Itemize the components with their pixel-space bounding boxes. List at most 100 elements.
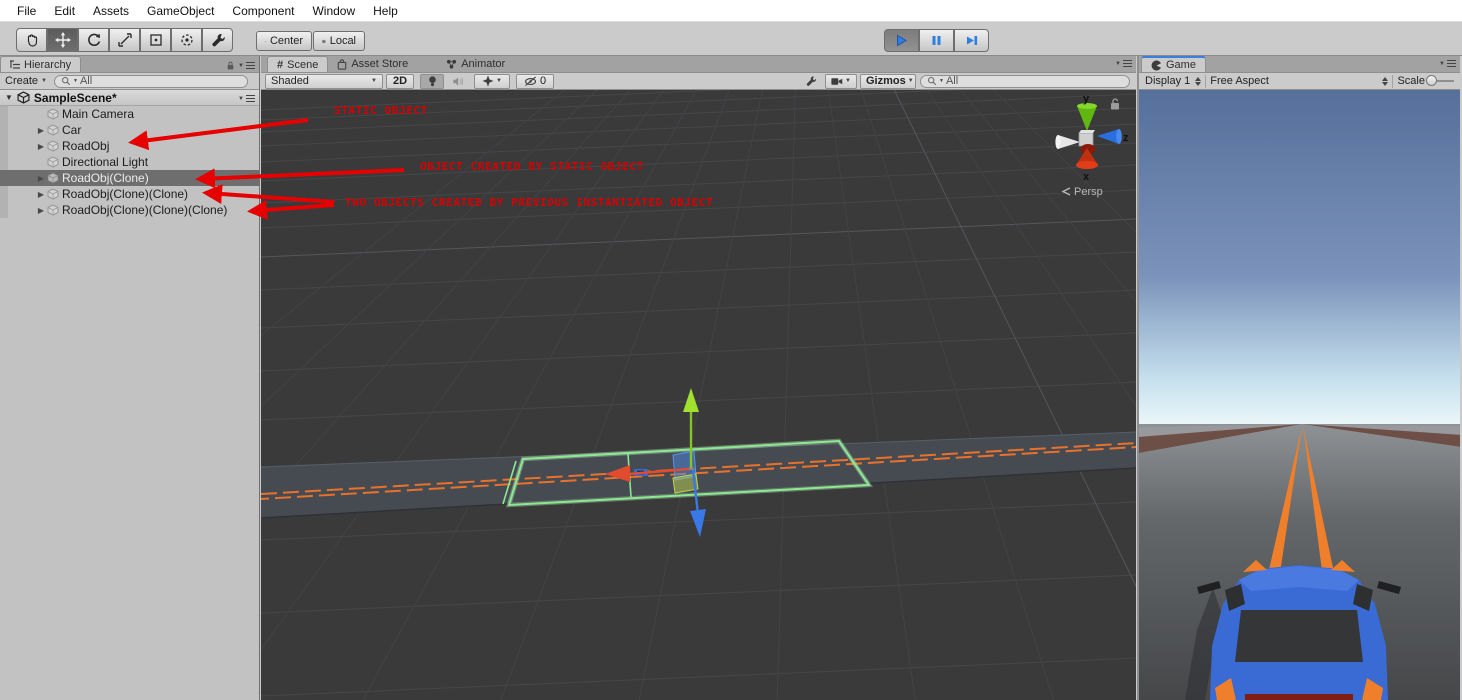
hierarchy-item-roadobj[interactable]: ▶ RoadObj — [0, 138, 259, 154]
scene-search-input[interactable]: ▼ All — [920, 74, 1130, 88]
hierarchy-item-label: RoadObj — [62, 139, 110, 153]
wrench-icon — [211, 34, 225, 47]
display-dropdown[interactable]: Display 1 — [1139, 75, 1202, 87]
hierarchy-item-label: Car — [62, 123, 82, 137]
create-dropdown-arrow[interactable]: ▼ — [41, 78, 47, 84]
main-toolbar: Center Local — [0, 22, 1462, 56]
tab-hierarchy[interactable]: Hierarchy — [0, 56, 82, 72]
pivot-center-icon — [265, 40, 266, 42]
space-mode-button[interactable]: Local — [313, 31, 365, 51]
scene-asset-row[interactable]: ▼ SampleScene* ▼ — [0, 90, 259, 106]
menu-file[interactable]: File — [8, 1, 45, 21]
aspect-dropdown[interactable]: Free Aspect — [1210, 75, 1389, 87]
step-button[interactable] — [954, 29, 989, 52]
scene-name-label: SampleScene* — [33, 90, 117, 105]
transform-tool-button[interactable] — [171, 28, 202, 52]
hierarchy-item-label: Main Camera — [62, 107, 135, 121]
menu-help[interactable]: Help — [364, 1, 407, 21]
tab-game[interactable]: Game — [1141, 56, 1206, 72]
tab-animator[interactable]: Animator — [437, 56, 514, 72]
hierarchy-item-label: RoadObj(Clone)(Clone) — [62, 187, 189, 201]
scene-viewport[interactable]: y z x Persp — [261, 90, 1136, 700]
scale-slider-knob[interactable] — [1426, 75, 1437, 86]
gizmo-lock-icon[interactable] — [1111, 98, 1119, 110]
projection-label[interactable]: Persp — [1074, 186, 1103, 198]
menu-assets[interactable]: Assets — [84, 1, 138, 21]
expand-arrow[interactable]: ▶ — [36, 174, 46, 183]
gizmo-center-cube[interactable] — [1078, 132, 1094, 147]
menu-window[interactable]: Window — [303, 1, 364, 21]
hierarchy-menu-arrow[interactable]: ▼ — [238, 63, 244, 69]
scene-panel-menu-arrow[interactable]: ▼ — [1115, 61, 1121, 67]
tab-asset-store[interactable]: Asset Store — [328, 56, 417, 72]
scene-panel-menu-icon[interactable] — [1123, 60, 1132, 67]
scale-tool-button[interactable] — [109, 28, 140, 52]
hierarchy-item-car[interactable]: ▶ Car — [0, 122, 259, 138]
2d-toggle-button[interactable]: 2D — [386, 73, 414, 89]
hierarchy-menu-icon[interactable] — [246, 62, 255, 69]
axis-z-cone[interactable] — [1097, 129, 1119, 144]
scene-visibility-button[interactable]: 0 — [516, 73, 554, 89]
rect-tool-button[interactable] — [140, 28, 171, 52]
rotate-tool-button[interactable] — [78, 28, 109, 52]
axis-neg-x-cone[interactable] — [1058, 135, 1080, 149]
gameobject-cube-icon — [47, 108, 59, 120]
scene-row-menu-icon[interactable] — [246, 95, 255, 102]
scene-toolbar: Shaded ▼ 2D ▼ 0 ▼ Gizmos ▼ ▼ All — [261, 73, 1136, 90]
scene-search-value: All — [945, 75, 959, 87]
lock-icon[interactable] — [225, 60, 236, 71]
axis-y-cone[interactable] — [1077, 106, 1097, 131]
hierarchy-search-input[interactable]: ▼ All — [53, 74, 248, 88]
hierarchy-item-roadobj-clone-clone[interactable]: ▶ RoadObj(Clone)(Clone) — [0, 186, 259, 202]
expand-arrow[interactable]: ▶ — [36, 126, 46, 135]
gizmos-dropdown[interactable]: Gizmos ▼ — [860, 73, 916, 89]
pivot-mode-button[interactable]: Center — [256, 31, 312, 51]
create-button[interactable]: Create — [5, 75, 38, 87]
custom-tools-button[interactable] — [202, 28, 233, 52]
search-icon — [927, 76, 937, 86]
scene-row-menu-arrow[interactable]: ▼ — [238, 96, 244, 102]
scene-camera-dropdown[interactable]: ▼ — [825, 73, 857, 89]
hierarchy-item-roadobj-clone[interactable]: ▶ RoadObj(Clone) — [0, 170, 259, 186]
annotation-two-objects: TWO OBJECTS CREATED BY PREVIOUS INSTANTI… — [345, 196, 714, 209]
game-panel-menu-arrow[interactable]: ▼ — [1439, 61, 1445, 67]
hierarchy-tree: ▶ Main Camera ▶ Car ▶ RoadObj ▶ Directio… — [0, 106, 259, 218]
scene-grid-icon: # — [277, 58, 284, 71]
display-dropdown-arrows — [1195, 76, 1202, 86]
shading-mode-dropdown[interactable]: Shaded ▼ — [265, 73, 383, 89]
hierarchy-tab-row: Hierarchy ▼ — [0, 56, 259, 73]
scene-tools-button[interactable] — [800, 74, 822, 89]
shading-mode-value: Shaded — [271, 75, 309, 87]
orientation-gizmo[interactable]: y z x Persp — [1055, 93, 1129, 198]
menu-component[interactable]: Component — [223, 1, 303, 21]
pause-button[interactable] — [919, 29, 954, 52]
scene-lighting-button[interactable] — [420, 73, 444, 89]
menu-edit[interactable]: Edit — [45, 1, 84, 21]
tab-scene[interactable]: # Scene — [267, 56, 329, 72]
scene-audio-button[interactable] — [447, 74, 469, 89]
game-viewport[interactable] — [1139, 90, 1460, 700]
hierarchy-item-roadobj-clone-clone-clone[interactable]: ▶ RoadObj(Clone)(Clone)(Clone) — [0, 202, 259, 218]
gizmos-label: Gizmos — [866, 75, 906, 87]
hierarchy-item-main-camera[interactable]: ▶ Main Camera — [0, 106, 259, 122]
expand-arrow[interactable]: ▶ — [36, 190, 46, 199]
hierarchy-item-directional-light[interactable]: ▶ Directional Light — [0, 154, 259, 170]
move-tool-button[interactable] — [47, 28, 78, 52]
expand-arrow[interactable]: ▶ — [36, 142, 46, 151]
car-rear-window — [1235, 610, 1363, 662]
rotate-icon — [87, 33, 100, 46]
play-icon — [897, 34, 907, 47]
expand-arrow[interactable]: ▶ — [36, 206, 46, 215]
game-panel-menu-icon[interactable] — [1447, 60, 1456, 67]
play-button[interactable] — [884, 29, 919, 52]
scale-slider-track[interactable] — [1426, 75, 1454, 86]
space-mode-label: Local — [329, 35, 356, 47]
tab-hierarchy-label: Hierarchy — [24, 58, 72, 71]
hand-tool-button[interactable] — [16, 28, 47, 52]
menu-gameobject[interactable]: GameObject — [138, 1, 223, 21]
scene-effects-button[interactable]: ▼ — [474, 73, 510, 89]
scene-render: y z x Persp — [261, 90, 1136, 700]
scale-icon — [117, 33, 132, 47]
gameobject-cube-icon — [47, 124, 59, 136]
scene-expand-arrow[interactable]: ▼ — [5, 93, 13, 102]
